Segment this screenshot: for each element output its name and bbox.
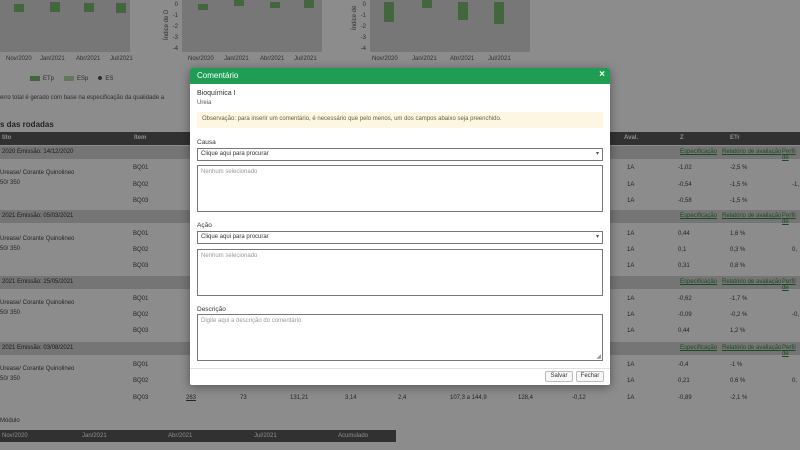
descricao-textarea[interactable]: Digite aqui a descrição do comentário ◢ bbox=[197, 314, 603, 361]
observation-note: Observação: para inserir um comentário, … bbox=[197, 112, 603, 128]
modal-divider bbox=[190, 368, 610, 369]
module-name: Bioquímica I bbox=[197, 90, 236, 97]
chevron-down-icon: ▾ bbox=[595, 234, 599, 240]
chevron-down-icon: ▾ bbox=[595, 151, 599, 157]
acao-label: Ação bbox=[197, 222, 212, 229]
comment-modal: Comentário × Bioquímica I Ureia Observaç… bbox=[190, 68, 610, 385]
acao-select[interactable]: Clique aqui para procurar ▾ bbox=[197, 231, 603, 244]
modal-title: Comentário bbox=[197, 71, 239, 80]
causa-select[interactable]: Clique aqui para procurar ▾ bbox=[197, 148, 603, 161]
acao-selected-list[interactable]: Nenhum selecionado bbox=[197, 249, 603, 296]
causa-label: Causa bbox=[197, 139, 216, 146]
causa-selected-list[interactable]: Nenhum selecionado bbox=[197, 165, 603, 212]
save-button[interactable]: Salvar bbox=[545, 371, 573, 382]
analyte-name: Ureia bbox=[197, 100, 212, 106]
close-button[interactable]: Fechar bbox=[576, 371, 604, 382]
descricao-label: Descrição bbox=[197, 306, 226, 313]
resize-grip-icon[interactable]: ◢ bbox=[596, 353, 601, 360]
modal-header: Comentário × bbox=[190, 68, 610, 84]
close-icon[interactable]: × bbox=[599, 69, 605, 80]
